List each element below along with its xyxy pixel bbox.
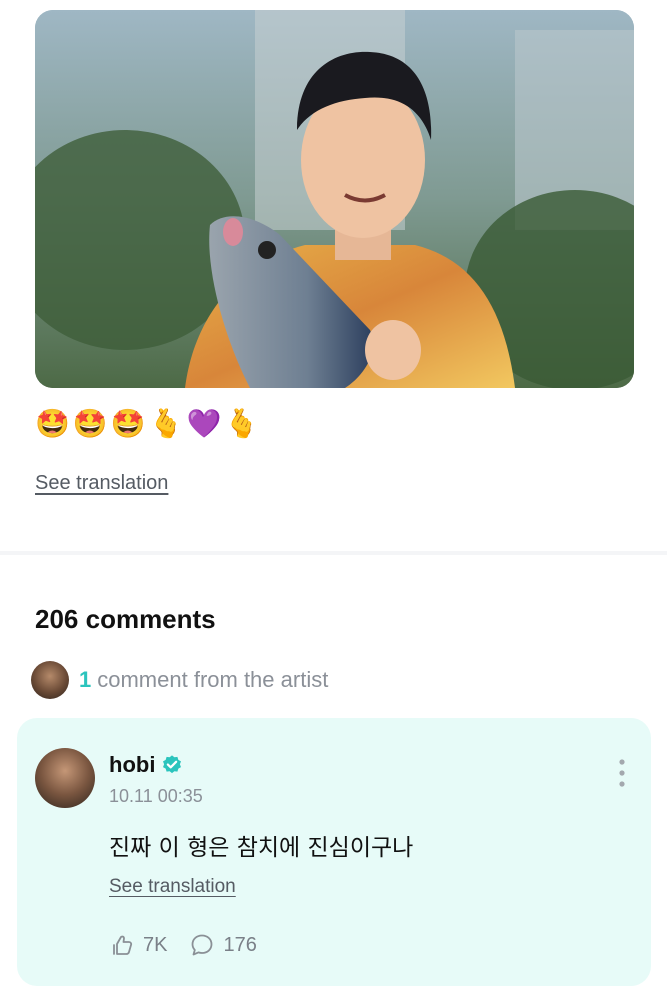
post-emoji-caption: 🤩🤩🤩🫰💜🫰 [35,407,263,440]
comments-count-heading: 206 comments [35,604,216,634]
artist-comment-card: hobi 10.11 00:35 진짜 이 형은 참치에 진심이구나 See t… [17,718,651,986]
comment-see-translation-link[interactable]: See translation [109,876,236,898]
comment-author-avatar[interactable] [35,748,95,808]
artist-comment-count: 1 [79,667,92,692]
post-photo [35,10,634,388]
post-image[interactable] [35,10,634,388]
verified-badge-icon [163,755,182,774]
comment-body: 진짜 이 형은 참치에 진심이구나 [109,835,414,861]
like-icon [113,935,133,955]
artist-comment-text: comment from the artist [97,667,329,692]
section-divider [0,551,667,555]
comment-author-name[interactable]: hobi [109,752,155,778]
reply-count: 176 [223,933,257,956]
artist-avatar [31,661,69,699]
artist-comments-filter[interactable]: 1 comment from the artist [31,661,328,699]
more-options-icon[interactable] [617,758,627,788]
post-see-translation-link[interactable]: See translation [35,472,168,495]
comment-timestamp: 10.11 00:35 [109,786,203,806]
reply-bubble-icon [192,934,213,956]
comment-stats: 7K 176 [109,932,257,958]
like-count: 7K [143,933,168,956]
like-button[interactable]: 7K [109,932,167,958]
artist-comments-label: 1 comment from the artist [79,667,328,693]
reply-button[interactable]: 176 [189,932,257,958]
comment-author-row: hobi [109,752,183,778]
